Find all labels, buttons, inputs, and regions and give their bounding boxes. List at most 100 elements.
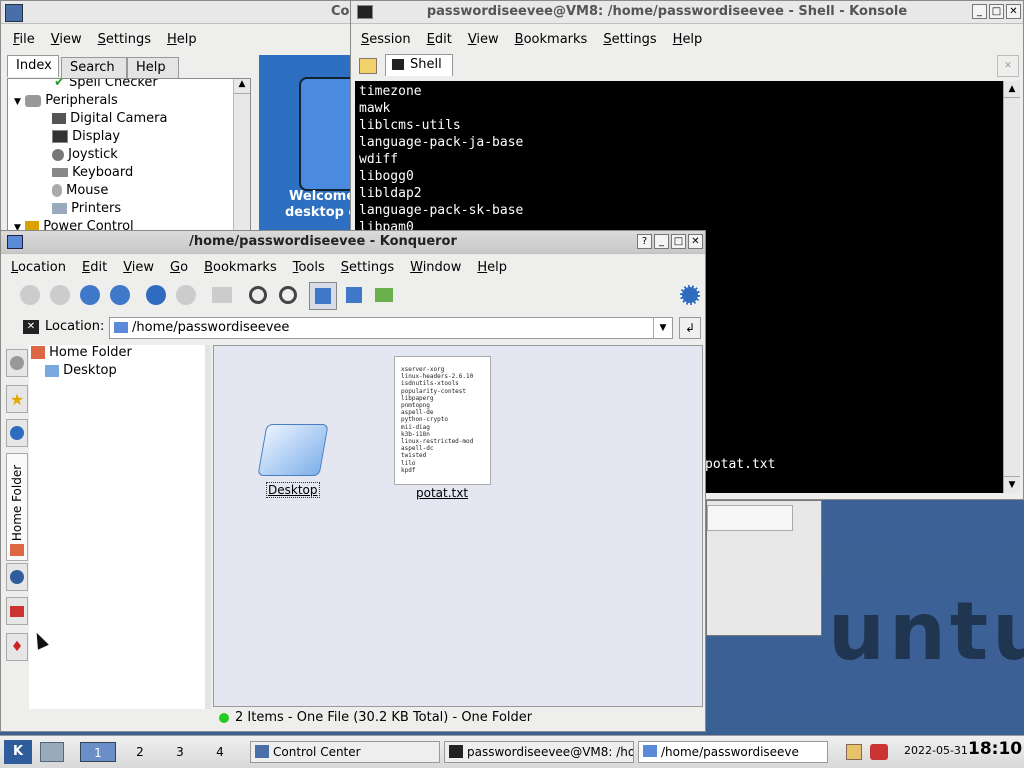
desktop-4[interactable]: 4 — [202, 742, 238, 762]
panel-splitter[interactable] — [205, 345, 211, 709]
back-icon[interactable] — [17, 282, 43, 308]
menu-edit[interactable]: Edit — [419, 32, 460, 47]
tree-item-keyboard[interactable]: Keyboard — [52, 165, 133, 180]
tree-scrollbar[interactable]: ▲ — [233, 79, 250, 235]
clear-location-icon[interactable]: ✕ — [23, 320, 39, 334]
menu-view[interactable]: View — [115, 260, 162, 275]
tray-volume-icon[interactable] — [870, 744, 888, 760]
tree-item-spell-checker[interactable]: ✔ Spell Checker — [54, 79, 158, 90]
tab-help[interactable]: Help — [127, 57, 179, 79]
menu-bookmarks[interactable]: Bookmarks — [196, 260, 285, 275]
camera-icon — [52, 113, 66, 124]
desktop-1[interactable]: 1 — [80, 742, 116, 762]
up-icon[interactable] — [77, 282, 103, 308]
new-session-icon[interactable] — [355, 53, 381, 79]
image-view-icon[interactable] — [371, 282, 397, 308]
menu-view[interactable]: View — [43, 32, 90, 47]
show-desktop-icon[interactable] — [40, 742, 64, 762]
menu-settings[interactable]: Settings — [595, 32, 664, 47]
task-konqueror[interactable]: /home/passwordiseeve — [638, 741, 828, 763]
konqueror-gear-icon[interactable] — [677, 282, 703, 308]
sidebar-tab-devices[interactable] — [6, 349, 28, 377]
menu-help[interactable]: Help — [469, 260, 515, 275]
nav-item-desktop[interactable]: Desktop — [45, 363, 117, 378]
tree-item-joystick[interactable]: Joystick — [52, 147, 118, 162]
close-icon[interactable]: ✕ — [1006, 4, 1021, 19]
menu-tools[interactable]: Tools — [285, 260, 333, 275]
menu-location[interactable]: Location — [3, 260, 74, 275]
mouse-icon — [52, 184, 62, 197]
menu-edit[interactable]: Edit — [74, 260, 115, 275]
scroll-up-icon[interactable]: ▲ — [234, 79, 250, 94]
tree-item-digital-camera[interactable]: Digital Camera — [52, 111, 167, 126]
menu-settings[interactable]: Settings — [333, 260, 402, 275]
desktop-2[interactable]: 2 — [122, 742, 158, 762]
maximize-icon[interactable]: □ — [989, 4, 1004, 19]
print-icon[interactable] — [209, 282, 235, 308]
file-item-desktop[interactable]: Desktop — [254, 416, 334, 506]
task-konsole[interactable]: passwordiseevee@VM8: /hor — [444, 741, 634, 763]
clock-time[interactable]: 18:10 — [968, 739, 1022, 759]
location-input[interactable]: /home/passwordiseevee ▼ — [109, 317, 673, 339]
menu-settings[interactable]: Settings — [90, 32, 159, 47]
tree-item-mouse[interactable]: Mouse — [52, 183, 108, 198]
collapse-icon[interactable]: ▼ — [14, 97, 21, 107]
tree-item-printers[interactable]: Printers — [52, 201, 121, 216]
tree-item-display[interactable]: Display — [52, 129, 120, 144]
app-icon — [5, 4, 23, 22]
maximize-icon[interactable]: □ — [671, 234, 686, 249]
scroll-up-icon[interactable]: ▲ — [1004, 81, 1020, 98]
menu-go[interactable]: Go — [162, 260, 196, 275]
reload-icon[interactable] — [143, 282, 169, 308]
file-name: Desktop — [266, 482, 320, 498]
help-icon[interactable]: ? — [637, 234, 652, 249]
clock-date: 2022-05-31 — [904, 744, 968, 757]
sidebar-tab-home-folder[interactable]: Home Folder — [6, 453, 28, 561]
konqueror-titlebar[interactable]: /home/passwordiseevee - Konqueror ? _ □ … — [1, 231, 705, 254]
scroll-down-icon[interactable]: ▼ — [1004, 476, 1020, 493]
sidebar-tab-network[interactable] — [6, 563, 28, 591]
location-label: Location: — [45, 319, 105, 334]
tab-shell[interactable]: Shell — [385, 54, 453, 76]
status-led-icon — [219, 713, 229, 723]
menu-file[interactable]: File — [5, 32, 43, 47]
sidebar-tab-bookmarks[interactable]: ★ — [6, 385, 28, 413]
menu-view[interactable]: View — [460, 32, 507, 47]
menu-help[interactable]: Help — [159, 32, 205, 47]
stop-icon[interactable] — [173, 282, 199, 308]
menu-window[interactable]: Window — [402, 260, 469, 275]
file-item-potat-txt[interactable]: xserver-xorg linux-headers-2.6.10 isdnut… — [394, 356, 491, 516]
tree-item-peripherals[interactable]: ▼ Peripherals — [14, 93, 118, 108]
desktop-folder-icon — [257, 424, 329, 476]
icon-view[interactable]: Desktop xserver-xorg linux-headers-2.6.1… — [213, 345, 703, 707]
close-icon[interactable]: ✕ — [688, 234, 703, 249]
tray-klipper-icon[interactable] — [846, 744, 862, 760]
control-center-titlebar[interactable]: Co — [1, 1, 351, 24]
zoom-in-icon[interactable] — [245, 282, 271, 308]
menu-bookmarks[interactable]: Bookmarks — [507, 32, 596, 47]
sidebar-tab-history[interactable] — [6, 419, 28, 447]
go-button[interactable]: ↲ — [679, 317, 701, 339]
forward-icon[interactable] — [47, 282, 73, 308]
minimize-icon[interactable]: _ — [972, 4, 987, 19]
module-tree: ▲ ✔ Spell Checker ▼ Peripherals Digital … — [7, 78, 251, 235]
tree-view-icon[interactable] — [341, 282, 367, 308]
sidebar-tab-services[interactable]: ♦ — [6, 633, 28, 661]
terminal-scrollbar[interactable]: ▲ ▼ — [1003, 81, 1020, 493]
task-control-center[interactable]: Control Center — [250, 741, 440, 763]
tab-search[interactable]: Search — [61, 57, 127, 79]
sidebar-tab-root[interactable] — [6, 597, 28, 625]
icon-view-icon[interactable] — [309, 282, 337, 310]
close-tab-icon[interactable]: ✕ — [997, 55, 1019, 77]
k-menu-button[interactable]: K — [4, 740, 32, 764]
minimize-icon[interactable]: _ — [654, 234, 669, 249]
konsole-titlebar[interactable]: passwordiseevee@VM8: /home/passwordiseev… — [351, 1, 1023, 24]
home-icon[interactable] — [107, 282, 133, 308]
menu-session[interactable]: Session — [353, 32, 419, 47]
dropdown-icon[interactable]: ▼ — [653, 318, 672, 338]
nav-item-home-folder[interactable]: Home Folder — [31, 345, 132, 360]
desktop-3[interactable]: 3 — [162, 742, 198, 762]
zoom-out-icon[interactable] — [275, 282, 301, 308]
tab-index[interactable]: Index — [7, 55, 59, 77]
menu-help[interactable]: Help — [665, 32, 711, 47]
